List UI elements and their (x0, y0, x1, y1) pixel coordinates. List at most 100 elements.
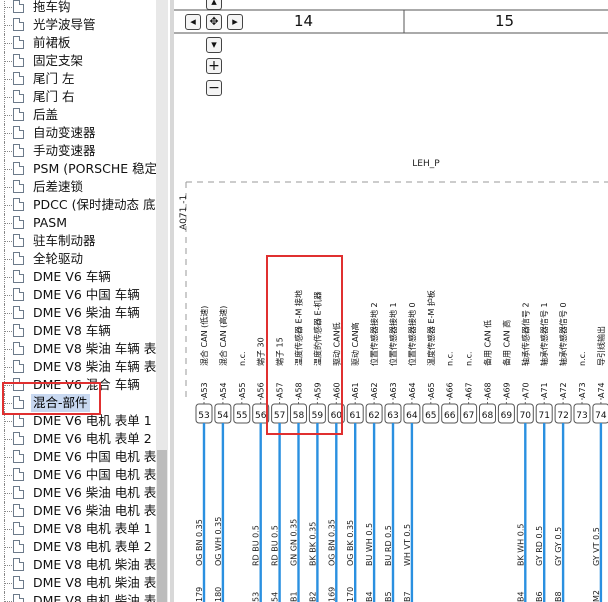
pin-number: 65 (425, 411, 436, 421)
pan-right-button[interactable]: ▸ (227, 14, 243, 30)
tree-item[interactable]: 后盖 (0, 106, 156, 124)
tree-item[interactable]: 自动变速器 (0, 124, 156, 142)
zoom-out-button[interactable]: − (206, 80, 222, 96)
tree-item[interactable]: DME V6 柴油 车辆 (0, 304, 156, 322)
pin-number: 73 (576, 411, 587, 421)
wire-color-code: OG BK 0.35 (346, 520, 355, 566)
pin-description: 导引线输出 (596, 326, 606, 366)
pin-number: 55 (236, 411, 247, 421)
pin-label: A60 (332, 382, 341, 398)
tree-item[interactable]: DME V8 电机 柴油 表 (0, 592, 156, 602)
pin-description: 温度传感器 E-M 护板 (426, 290, 436, 366)
document-icon (13, 522, 24, 535)
tree-item[interactable]: 尾门 左 (0, 70, 156, 88)
pin-description: 混合 CAN (高速) (218, 306, 228, 366)
tree-guide-line (4, 430, 12, 448)
tree-item[interactable]: PDCC (保时捷动态 底 (0, 196, 156, 214)
document-icon (13, 594, 24, 602)
pin-label: A68 (484, 382, 493, 398)
pan-left-button[interactable]: ◂ (185, 14, 201, 30)
document-icon (13, 486, 24, 499)
zone-label-14: 14 (294, 12, 314, 30)
wire-color-code: OG WH 0.35 (214, 517, 223, 566)
tree-item-label: DME V8 电机 表单 2 (33, 539, 152, 554)
tree-item[interactable]: DME V6 中国 车辆 (0, 286, 156, 304)
tree-item[interactable]: 光学波导管 (0, 16, 156, 34)
pin-number: 69 (501, 411, 513, 421)
tree-guide-line (4, 34, 12, 52)
tree-item[interactable]: 全轮驱动 (0, 250, 156, 268)
pan-center-button[interactable]: ✥ (206, 14, 222, 30)
tree-item[interactable]: DME V8 电机 表单 1 (0, 520, 156, 538)
tree-item[interactable]: PSM (PORSCHE 稳定 (0, 160, 156, 178)
tree-item[interactable]: DME V8 柴油 车辆 表 (0, 358, 156, 376)
tree-item[interactable]: DME V6 中国 电机 表 (0, 466, 156, 484)
document-icon (13, 144, 24, 157)
tree-item-label: 手动变速器 (33, 143, 96, 158)
tree-item[interactable]: 拖车钩 (0, 0, 156, 16)
tree-item[interactable]: DME V6 车辆 (0, 268, 156, 286)
pin-description: 轴承传感器信号 0 (558, 302, 568, 366)
tree-item[interactable]: 后差速锁 (0, 178, 156, 196)
pan-down-button[interactable]: ▾ (206, 37, 222, 53)
document-icon (13, 342, 24, 355)
tree-item[interactable]: DME V6 电机 表单 2 (0, 430, 156, 448)
pin-number: 66 (444, 411, 456, 421)
pin-number: 71 (538, 411, 549, 421)
pin-number: 63 (387, 411, 398, 421)
wire-number: B4 (516, 591, 525, 602)
wire-color-code: GY GY 0.5 (554, 527, 563, 566)
document-icon (13, 198, 24, 211)
tree-item-label: 拖车钩 (33, 0, 71, 14)
tree-guide-line (4, 484, 12, 502)
pin-label: A62 (370, 382, 379, 398)
pin-description: 混合 CAN (低速) (199, 306, 209, 366)
tree-guide-line (4, 88, 12, 106)
tree-item[interactable]: PASM (0, 214, 156, 232)
document-icon (13, 324, 24, 337)
tree-item[interactable]: DME V8 电机 柴油 表 (0, 574, 156, 592)
wire-color-code: RD BU 0.5 (252, 525, 261, 566)
pin-description: 端子 30 (256, 337, 266, 366)
tree-item-label: DME V8 柴油 车辆 表 (33, 341, 156, 356)
document-icon (13, 108, 24, 121)
pin-label: A58 (295, 382, 304, 398)
tree-guide-line (4, 502, 12, 520)
tree-item[interactable]: DME V6 柴油 电机 表 (0, 502, 156, 520)
pin-description: 温度传感器 E-M 接地 (294, 290, 304, 366)
pin-number: 59 (312, 411, 324, 421)
sidebar-scrollbar[interactable] (156, 0, 168, 602)
tree-item[interactable]: 手动变速器 (0, 142, 156, 160)
tree-guide-line (4, 556, 12, 574)
sidebar-scrollbar-thumb[interactable] (157, 450, 167, 602)
tree-item[interactable]: DME V6 中国 电机 表 (0, 448, 156, 466)
document-icon (13, 432, 24, 445)
wire-number: B7 (403, 591, 412, 602)
pin-description: 位置传感器接地 0 (407, 302, 417, 366)
document-icon (13, 540, 24, 553)
document-icon (13, 162, 24, 175)
tree-item[interactable]: 驻车制动器 (0, 232, 156, 250)
tree-item-label: 固定支架 (33, 53, 84, 68)
tree-item[interactable]: 固定支架 (0, 52, 156, 70)
tree-item-label: DME V6 电机 表单 2 (33, 431, 152, 446)
tree-item-label: 尾门 右 (33, 89, 75, 104)
pin-number: 64 (406, 411, 418, 421)
tree-item[interactable]: DME V8 车辆 (0, 322, 156, 340)
wire-color-code: GN GN 0.35 (290, 519, 299, 566)
tree-item[interactable]: DME V8 电机 柴油 表 (0, 556, 156, 574)
wire-number: B8 (554, 591, 563, 602)
wire-color-code: WH VT 0.5 (403, 524, 412, 566)
zoom-in-button[interactable]: + (206, 58, 222, 74)
tree-item[interactable]: DME V8 电机 表单 2 (0, 538, 156, 556)
pan-up-button[interactable]: ▴ (206, 0, 222, 10)
document-icon (13, 360, 24, 373)
pin-description: 轴承传感器信号 2 (520, 302, 530, 366)
tree-item[interactable]: 尾门 右 (0, 88, 156, 106)
tree-item[interactable]: 前裙板 (0, 34, 156, 52)
pin-description: 驱动 CAN高 (350, 322, 360, 366)
pin-description: 端子 15 (275, 337, 285, 366)
tree-item[interactable]: DME V8 柴油 车辆 表 (0, 340, 156, 358)
tree-item[interactable]: DME V6 柴油 电机 表 (0, 484, 156, 502)
tree-item-label: DME V8 电机 表单 1 (33, 521, 152, 536)
